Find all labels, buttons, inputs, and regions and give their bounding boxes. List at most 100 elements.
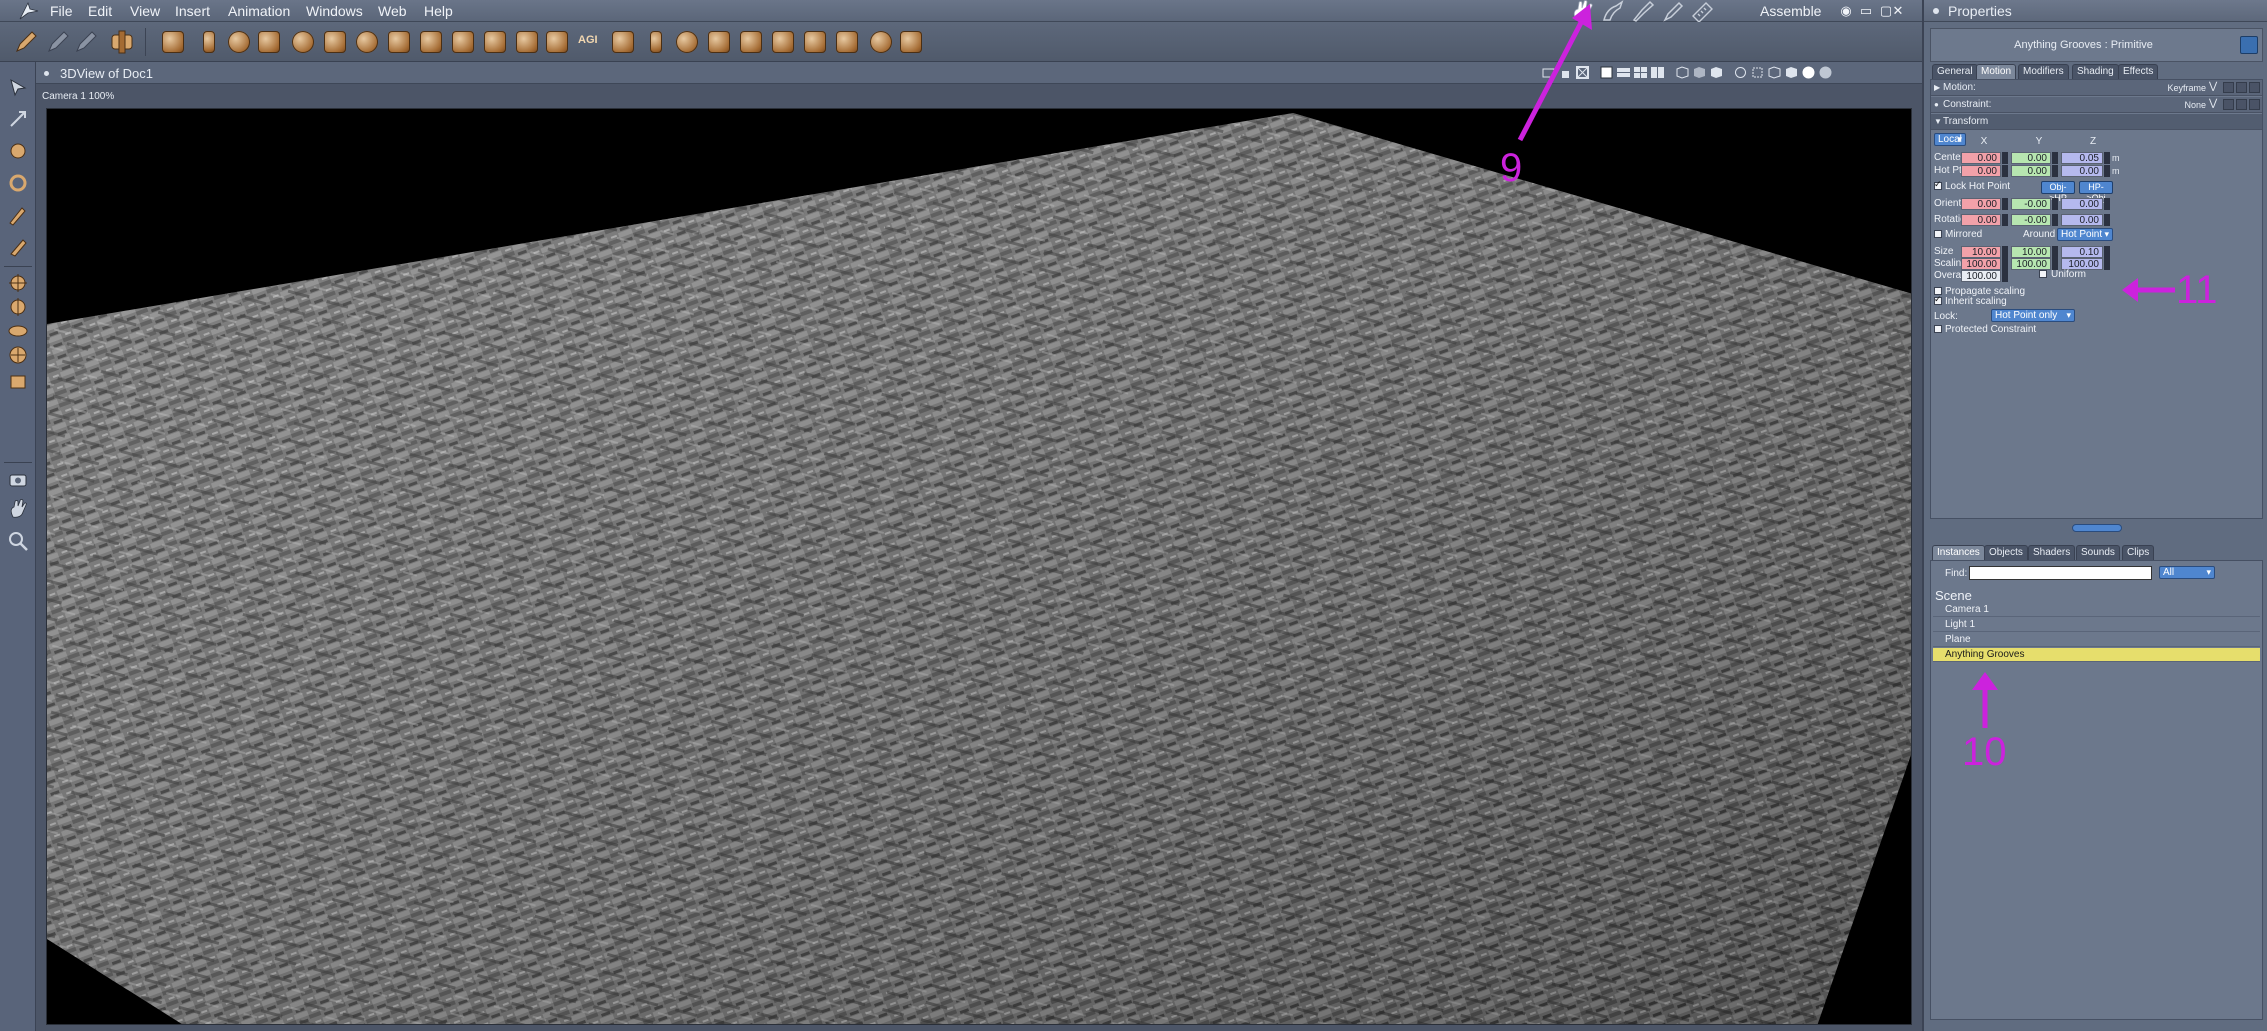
bottle-icon[interactable] bbox=[650, 31, 662, 53]
rotation-y-field[interactable]: -0.00 bbox=[2011, 214, 2051, 226]
translate-plane-icon[interactable] bbox=[7, 296, 29, 318]
shading-texture-icon[interactable] bbox=[1818, 65, 1833, 80]
obj-to-hp-button[interactable]: Obj->HP bbox=[2041, 181, 2075, 203]
expand-arrow-icon[interactable]: ▶ bbox=[1934, 83, 1940, 92]
spin-arrows-icon[interactable] bbox=[2002, 258, 2008, 270]
center-y-field[interactable]: 0.00 bbox=[2011, 152, 2051, 164]
tree-item-anything-grooves[interactable]: Anything Grooves bbox=[1933, 648, 2260, 662]
motion-value[interactable]: Keyframe bbox=[2136, 83, 2206, 93]
spin-arrows-icon[interactable] bbox=[2002, 270, 2008, 282]
layout-split-v-icon[interactable] bbox=[1650, 65, 1665, 80]
filter-dropdown[interactable]: All bbox=[2159, 566, 2215, 579]
cone-icon[interactable] bbox=[420, 31, 442, 53]
menu-windows[interactable]: Windows bbox=[306, 3, 363, 19]
shading-cube-icon[interactable] bbox=[1767, 65, 1782, 80]
menu-web[interactable]: Web bbox=[378, 3, 407, 19]
3d-viewport[interactable] bbox=[46, 108, 1912, 1025]
panel-splitter[interactable] bbox=[2072, 524, 2122, 532]
pen-room-icon[interactable] bbox=[1660, 0, 1686, 22]
tab-shading[interactable]: Shading bbox=[2072, 64, 2119, 79]
spin-arrows-icon[interactable] bbox=[2104, 258, 2110, 270]
spin-arrows-icon[interactable] bbox=[2052, 246, 2058, 258]
hotpoint-z-field[interactable]: 0.00 bbox=[2061, 165, 2103, 177]
constraint-row[interactable]: ● Constraint: None ⋁ bbox=[1931, 97, 2262, 113]
collapse-arrow-icon[interactable]: ▼ bbox=[1934, 117, 1942, 126]
bone-icon[interactable] bbox=[258, 31, 280, 53]
tree-item-light-1[interactable]: Light 1 bbox=[1933, 618, 2260, 632]
brush-icon[interactable] bbox=[7, 236, 29, 258]
spin-arrows-icon[interactable] bbox=[2104, 198, 2110, 210]
target-icon[interactable] bbox=[870, 31, 892, 53]
translate-xyz-icon[interactable] bbox=[7, 272, 29, 294]
render-mode-b-icon[interactable] bbox=[1692, 65, 1707, 80]
egg-icon[interactable] bbox=[676, 31, 698, 53]
chevron-down-icon[interactable]: ⋁ bbox=[2209, 98, 2217, 109]
brush-room-icon[interactable] bbox=[1630, 0, 1656, 22]
primitives-icon[interactable] bbox=[162, 31, 184, 53]
motion-option-icon[interactable] bbox=[2249, 82, 2260, 93]
bowl-icon[interactable] bbox=[452, 31, 474, 53]
select-arrow-icon[interactable] bbox=[7, 76, 29, 98]
overall-field[interactable]: 100.00 bbox=[1961, 270, 2001, 282]
network-icon[interactable] bbox=[836, 31, 858, 53]
chevron-down-icon[interactable]: ⋁ bbox=[2209, 81, 2217, 92]
size-x-field[interactable]: 10.00 bbox=[1961, 246, 2001, 258]
scaling-x-field[interactable]: 100.00 bbox=[1961, 258, 2001, 270]
shading-smooth-icon[interactable] bbox=[1801, 65, 1816, 80]
constraint-value[interactable]: None bbox=[2136, 100, 2206, 110]
tool-icon[interactable] bbox=[900, 31, 922, 53]
pen-tool-icon[interactable] bbox=[14, 30, 38, 54]
pan-hand-icon[interactable] bbox=[7, 498, 29, 520]
tab-general[interactable]: General bbox=[1932, 64, 1978, 79]
rotation-z-field[interactable]: 0.00 bbox=[2061, 214, 2103, 226]
minimize-icon[interactable]: ▭ bbox=[1858, 3, 1874, 19]
around-dropdown[interactable]: Hot Point bbox=[2057, 228, 2113, 241]
eye-icon[interactable]: ◉ bbox=[1838, 3, 1854, 19]
size-z-field[interactable]: 0.10 bbox=[2061, 246, 2103, 258]
spin-arrows-icon[interactable] bbox=[2002, 214, 2008, 226]
skull-icon[interactable] bbox=[546, 31, 568, 53]
tab-objects[interactable]: Objects bbox=[1984, 545, 2028, 560]
object-options-button[interactable] bbox=[2240, 36, 2258, 54]
render-mode-a-icon[interactable] bbox=[1675, 65, 1690, 80]
motion-option-icon[interactable] bbox=[2236, 82, 2247, 93]
hotpoint-x-field[interactable]: 0.00 bbox=[1961, 165, 2001, 177]
orient-x-field[interactable]: 0.00 bbox=[1961, 198, 2001, 210]
menu-edit[interactable]: Edit bbox=[88, 3, 112, 19]
spin-arrows-icon[interactable] bbox=[2052, 152, 2058, 164]
spin-arrows-icon[interactable] bbox=[2052, 165, 2058, 177]
tab-shaders[interactable]: Shaders bbox=[2028, 545, 2076, 560]
rotate-xyz-icon[interactable] bbox=[7, 320, 29, 342]
spin-arrows-icon[interactable] bbox=[2002, 198, 2008, 210]
tab-motion[interactable]: Motion bbox=[1976, 64, 2017, 79]
inherit-scaling-checkbox[interactable] bbox=[1934, 294, 1942, 305]
motion-row[interactable]: ▶ Motion: Keyframe ⋁ bbox=[1931, 80, 2262, 96]
puzzle-icon[interactable] bbox=[804, 31, 826, 53]
rotation-x-field[interactable]: 0.00 bbox=[1961, 214, 2001, 226]
motion-option-icon[interactable] bbox=[2223, 82, 2234, 93]
spin-arrows-icon[interactable] bbox=[2052, 198, 2058, 210]
constraint-option-icon[interactable] bbox=[2249, 99, 2260, 110]
cylinder-icon[interactable] bbox=[203, 31, 215, 53]
orient-z-field[interactable]: 0.00 bbox=[2061, 198, 2103, 210]
shading-bbox-icon[interactable] bbox=[1750, 65, 1765, 80]
layout-quad-icon[interactable] bbox=[1633, 65, 1648, 80]
text-tool-icon[interactable] bbox=[324, 31, 346, 53]
tab-sounds[interactable]: Sounds bbox=[2076, 545, 2120, 560]
tab-instances[interactable]: Instances bbox=[1932, 545, 1985, 560]
view-menu-dot-icon[interactable] bbox=[44, 71, 49, 76]
camera-icon[interactable] bbox=[7, 468, 29, 490]
lock-dropdown[interactable]: Hot Point only bbox=[1991, 309, 2075, 322]
tab-effects[interactable]: Effects bbox=[2118, 64, 2159, 79]
house-icon[interactable] bbox=[612, 31, 634, 53]
uniform-checkbox[interactable] bbox=[2039, 270, 2047, 278]
tree-item-camera-1[interactable]: Camera 1 bbox=[1933, 603, 2260, 617]
protected-constraint-checkbox[interactable] bbox=[1934, 325, 1942, 333]
eraser-tool-icon[interactable] bbox=[74, 30, 98, 54]
sphere-icon[interactable] bbox=[228, 31, 250, 53]
close-icon[interactable]: ✕ bbox=[1890, 3, 1906, 19]
mirrored-checkbox[interactable] bbox=[1934, 230, 1942, 238]
spin-arrows-icon[interactable] bbox=[2002, 152, 2008, 164]
scale-icon[interactable] bbox=[7, 344, 29, 366]
spin-arrows-icon[interactable] bbox=[2104, 152, 2110, 164]
